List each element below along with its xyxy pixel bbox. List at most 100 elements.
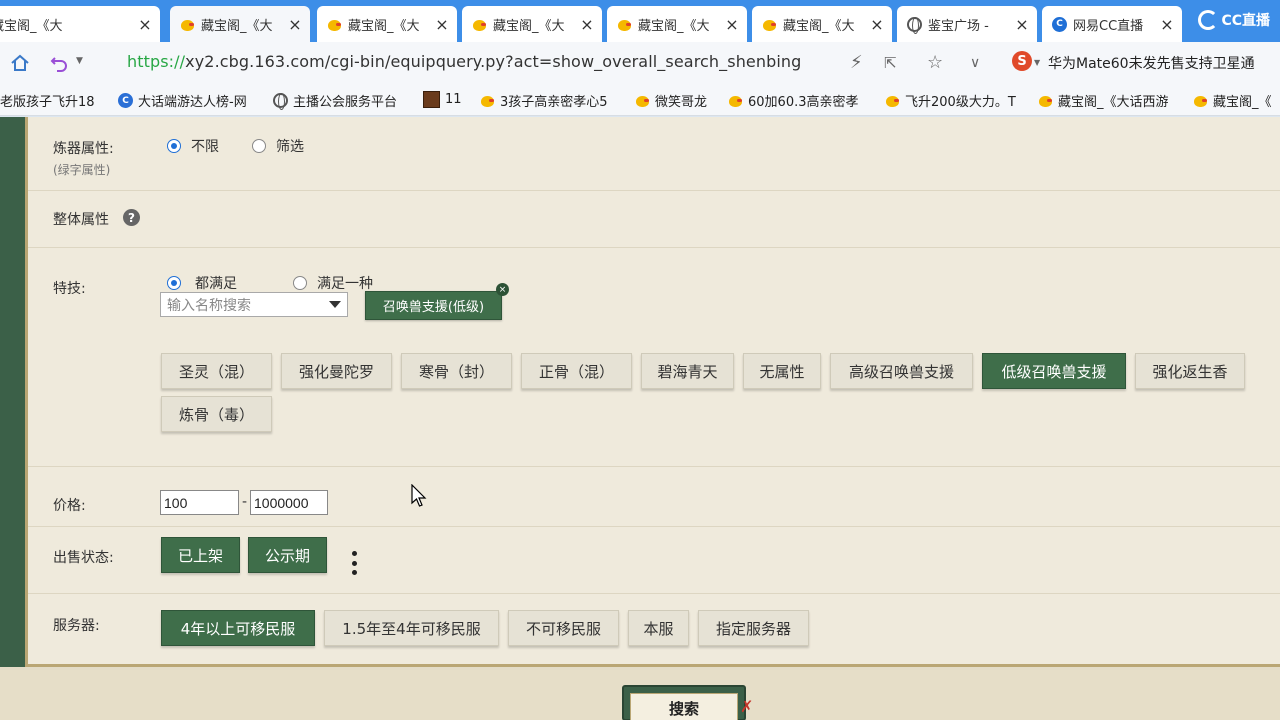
bookmark-item[interactable]: 微笑哥龙 [635, 91, 720, 110]
bookmark-item[interactable]: C 大话端游达人榜-网 [118, 91, 260, 110]
tab-label: 藏宝阁_《大 [348, 18, 420, 34]
bookmark-item[interactable]: 60加60.3高亲密孝 [728, 91, 868, 110]
bookmark-label: 主播公会服务平台 [293, 95, 398, 110]
search-button[interactable]: 搜索 [622, 685, 746, 720]
bookmarks-bar: 老版孩子飞升18 C 大话端游达人榜-网 主播公会服务平台 11 3孩子高亲密孝… [0, 84, 1280, 116]
close-icon[interactable]: × [138, 15, 152, 34]
sale-status-label: 出售状态: [53, 550, 114, 566]
radio-unchecked-icon [293, 276, 307, 290]
selected-skill-chip[interactable]: 召唤兽支援(低级) [365, 291, 502, 320]
refine-attr-sublabel: (绿字属性) [53, 163, 111, 177]
globe-icon [907, 16, 922, 34]
skill-option[interactable]: 碧海青天 [641, 353, 734, 389]
more-options-icon[interactable] [352, 551, 358, 575]
skill-option[interactable]: 强化返生香 [1135, 353, 1245, 389]
tab-label: 藏宝阁_《大 [783, 18, 855, 34]
tab-7[interactable]: C 网易CC直播 × [1042, 6, 1182, 42]
mouse-cursor-icon [411, 484, 427, 507]
tab-4[interactable]: 藏宝阁_《大 × [607, 6, 747, 42]
news-ticker[interactable]: 华为Mate60未发先售支持卫星通 [1048, 53, 1255, 73]
undo-icon[interactable] [48, 52, 70, 74]
cbg-chick-icon [327, 18, 342, 31]
url-path: xy2.cbg.163.com/cgi-bin/equipquery.py?ac… [185, 52, 802, 71]
server-option[interactable]: 本服 [628, 610, 689, 646]
tab-3[interactable]: 藏宝阁_《大 × [462, 6, 602, 42]
home-icon[interactable] [9, 52, 31, 74]
close-icon[interactable]: × [1160, 15, 1174, 34]
refine-radio-any[interactable]: 不限 [167, 136, 219, 156]
bookmark-item[interactable]: 主播公会服务平台 [273, 91, 413, 110]
skill-option[interactable]: 无属性 [743, 353, 821, 389]
skill-option-active[interactable]: 低级召唤兽支援 [982, 353, 1126, 389]
divider [28, 247, 1280, 248]
bookmark-label: 藏宝阁_《 [1213, 95, 1272, 110]
price-separator: - [242, 494, 248, 510]
cc-ring-icon [1198, 10, 1219, 30]
share-icon[interactable]: ⇱ [884, 54, 897, 72]
close-icon[interactable]: × [435, 15, 449, 34]
radio-label: 筛选 [276, 139, 304, 155]
skill-option[interactable]: 寒骨（封） [401, 353, 512, 389]
skill-option[interactable]: 圣灵（混） [161, 353, 272, 389]
price-min-input[interactable] [160, 490, 239, 515]
price-max-input[interactable] [250, 490, 328, 515]
bookmark-item[interactable]: 11 [423, 91, 473, 108]
star-icon[interactable]: ☆ [927, 52, 943, 73]
ribbon-deco-icon: ✗ [740, 697, 754, 716]
help-icon[interactable]: ? [123, 209, 140, 226]
sale-status-listed-button[interactable]: 已上架 [161, 537, 240, 573]
frame-left-border [0, 117, 28, 667]
chip-remove-icon[interactable]: × [496, 283, 509, 296]
close-icon[interactable]: × [870, 15, 884, 34]
overall-attr-label: 整体属性 [53, 212, 109, 228]
server-option[interactable]: 1.5年至4年可移民服 [324, 610, 499, 646]
close-icon[interactable]: × [288, 15, 302, 34]
skill-option[interactable]: 强化曼陀罗 [281, 353, 392, 389]
radio-checked-icon [167, 139, 181, 153]
bookmark-label: 微笑哥龙 [655, 95, 708, 110]
search-form-page: 炼器属性: (绿字属性) 不限 筛选 整体属性 ? 特技: 都满足 满足一种 输… [0, 117, 1280, 720]
server-option[interactable]: 不可移民服 [508, 610, 619, 646]
bookmark-item[interactable]: 老版孩子飞升18 [0, 91, 108, 110]
tab-1[interactable]: 藏宝阁_《大 × [170, 6, 310, 42]
skill-option[interactable]: 正骨（混） [521, 353, 632, 389]
divider [28, 526, 1280, 527]
chevron-down-icon[interactable]: ∨ [970, 55, 980, 71]
refine-radio-filter[interactable]: 筛选 [252, 136, 304, 156]
cc-live-logo: CC直播 [1198, 10, 1270, 30]
bookmark-label: 藏宝阁_《大话西游 [1058, 95, 1169, 110]
skill-option[interactable]: 高级召唤兽支援 [830, 353, 973, 389]
skills-mode-any-radio[interactable]: 满足一种 [293, 273, 373, 293]
globe-icon [273, 93, 288, 110]
bookmark-item[interactable]: 3孩子高亲密孝心5 [480, 91, 620, 110]
skill-option[interactable]: 炼骨（毒） [161, 396, 272, 432]
tab-label: 网易CC直播 [1073, 18, 1144, 34]
bookmark-c-icon: C [118, 93, 133, 108]
undo-dropdown-icon[interactable]: ▼ [76, 56, 83, 66]
skills-mode-all-radio[interactable]: 都满足 [167, 273, 237, 293]
tab-5[interactable]: 藏宝阁_《大 × [752, 6, 892, 42]
bookmark-item[interactable]: 藏宝阁_《大话西游 [1038, 91, 1178, 110]
sogou-dropdown-icon[interactable]: ▼ [1034, 58, 1040, 67]
close-icon[interactable]: × [1015, 15, 1029, 34]
bookmark-label: 老版孩子飞升18 [0, 95, 95, 110]
server-option-active[interactable]: 4年以上可移民服 [161, 610, 315, 646]
bookmark-item[interactable]: 藏宝阁_《 [1193, 91, 1280, 110]
radio-unchecked-icon [252, 139, 266, 153]
close-icon[interactable]: × [725, 15, 739, 34]
tab-0[interactable]: 藏宝阁_《大 × [0, 6, 160, 42]
close-icon[interactable]: × [580, 15, 594, 34]
cbg-chick-icon [1038, 94, 1053, 107]
lightning-icon[interactable]: ⚡ [850, 52, 863, 73]
tab-2[interactable]: 藏宝阁_《大 × [317, 6, 457, 42]
cbg-chick-icon [480, 94, 495, 107]
bookmark-item[interactable]: 飞升200级大力。T [885, 91, 1025, 110]
tab-6[interactable]: 鉴宝广场 - × [897, 6, 1037, 42]
skill-search-select[interactable]: 输入名称搜索 [160, 292, 348, 317]
bookmark-label: 飞升200级大力。T [905, 95, 1016, 110]
cbg-chick-icon [1193, 94, 1208, 107]
sogou-search-icon[interactable]: S [1012, 51, 1032, 71]
server-option[interactable]: 指定服务器 [698, 610, 809, 646]
sale-status-public-button[interactable]: 公示期 [248, 537, 327, 573]
url-field[interactable]: https://xy2.cbg.163.com/cgi-bin/equipque… [127, 52, 801, 71]
